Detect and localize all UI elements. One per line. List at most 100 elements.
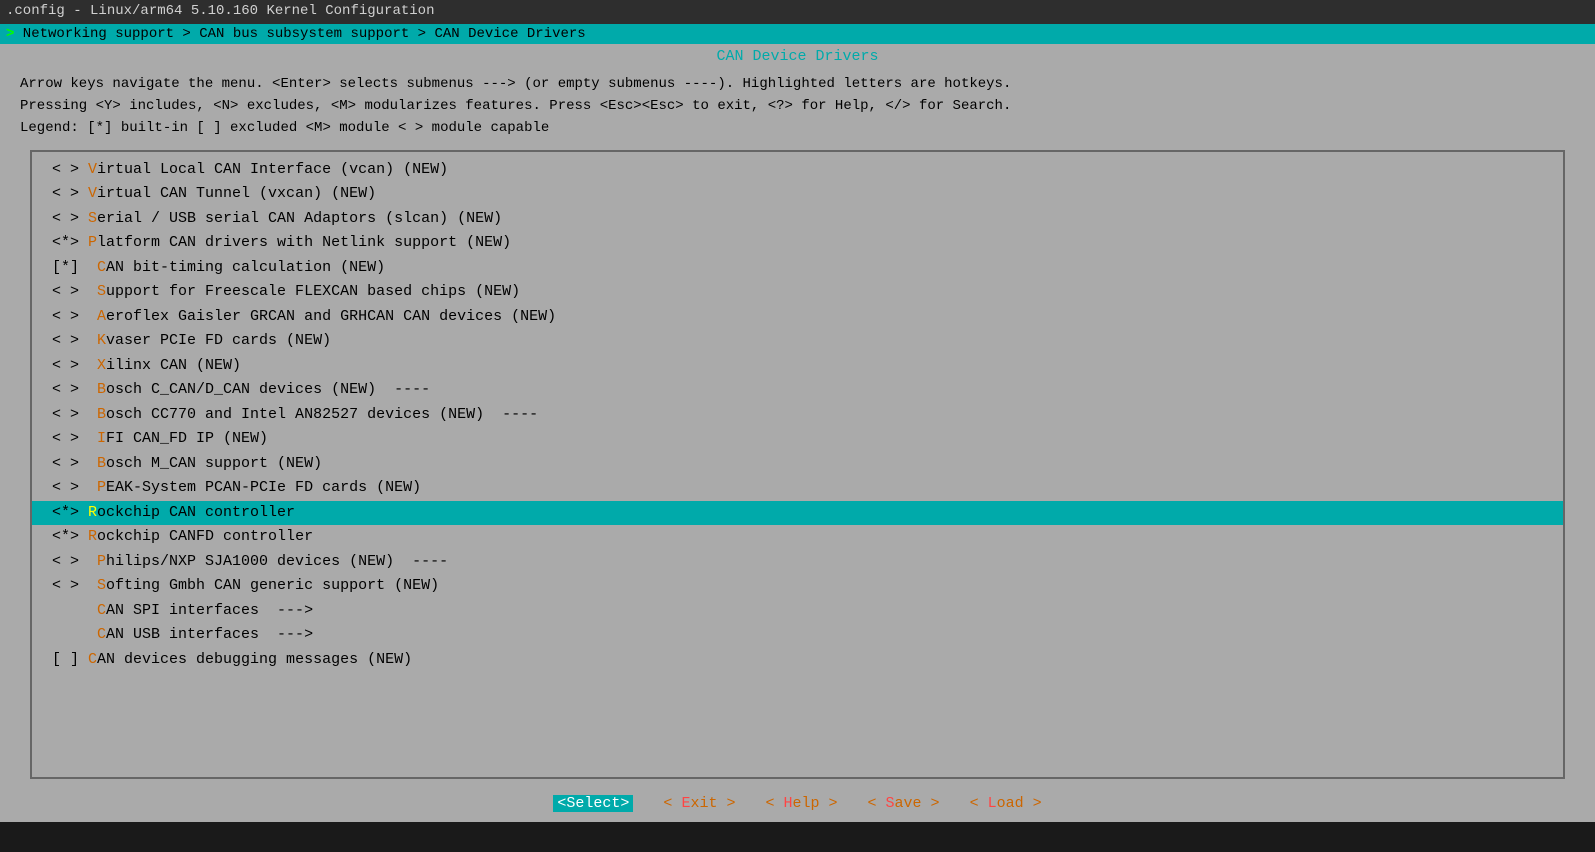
menu-hotkey: S [88, 210, 97, 227]
menu-item-text: hilips/NXP SJA1000 devices (NEW) ---- [106, 553, 448, 570]
menu-item-2[interactable]: < > Virtual CAN Tunnel (vxcan) (NEW) [32, 182, 1563, 207]
menu-item-text: erial / USB serial CAN Adaptors (slcan) … [97, 210, 502, 227]
menu-item-19[interactable]: CAN SPI interfaces ---> [32, 599, 1563, 624]
menu-item-text: osch M_CAN support (NEW) [106, 455, 322, 472]
menu-hotkey: V [88, 185, 97, 202]
menu-item-text: AN devices debugging messages (NEW) [97, 651, 412, 668]
title-text: .config - Linux/arm64 5.10.160 Kernel Co… [6, 3, 434, 19]
main-area: CAN Device Drivers Arrow keys navigate t… [0, 44, 1595, 822]
menu-prefix [52, 626, 97, 643]
menu-list: < > Virtual Local CAN Interface (vcan) (… [32, 152, 1563, 679]
menu-item-3[interactable]: < > Serial / USB serial CAN Adaptors (sl… [32, 207, 1563, 232]
menu-prefix: < > [52, 381, 97, 398]
menu-item-8[interactable]: < > Kvaser PCIe FD cards (NEW) [32, 329, 1563, 354]
menu-hotkey: K [97, 332, 106, 349]
help-line1: Arrow keys navigate the menu. <Enter> se… [20, 73, 1575, 95]
menu-hotkey: I [97, 430, 106, 447]
menu-item-18[interactable]: < > Softing Gmbh CAN generic support (NE… [32, 574, 1563, 599]
menu-hotkey: R [88, 528, 97, 545]
menu-prefix: < > [52, 455, 97, 472]
menu-prefix: < > [52, 406, 97, 423]
menu-item-text: eroflex Gaisler GRCAN and GRHCAN CAN dev… [106, 308, 556, 325]
menu-hotkey: C [88, 651, 97, 668]
menu-item-text: latform CAN drivers with Netlink support… [97, 234, 511, 251]
menu-item-text: AN SPI interfaces ---> [106, 602, 313, 619]
menu-prefix: < > [52, 357, 97, 374]
menu-prefix: < > [52, 308, 97, 325]
select-button[interactable]: <Select> [553, 795, 633, 812]
menu-prefix: < > [52, 185, 88, 202]
menu-hotkey: B [97, 406, 106, 423]
menu-prefix: < > [52, 553, 97, 570]
menu-prefix: < > [52, 161, 88, 178]
menu-item-12[interactable]: < > IFI CAN_FD IP (NEW) [32, 427, 1563, 452]
menu-hotkey: A [97, 308, 106, 325]
menu-item-21[interactable]: [ ] CAN devices debugging messages (NEW) [32, 648, 1563, 673]
menu-item-text: upport for Freescale FLEXCAN based chips… [106, 283, 520, 300]
terminal: .config - Linux/arm64 5.10.160 Kernel Co… [0, 0, 1595, 852]
menu-prefix: [ ] [52, 651, 88, 668]
help-text: Arrow keys navigate the menu. <Enter> se… [0, 69, 1595, 146]
menu-item-5[interactable]: [*] CAN bit-timing calculation (NEW) [32, 256, 1563, 281]
title-bar: .config - Linux/arm64 5.10.160 Kernel Co… [0, 0, 1595, 24]
menu-item-4[interactable]: <*> Platform CAN drivers with Netlink su… [32, 231, 1563, 256]
menu-item-20[interactable]: CAN USB interfaces ---> [32, 623, 1563, 648]
menu-prefix: < > [52, 210, 88, 227]
menu-hotkey: P [97, 479, 106, 496]
menu-hotkey: C [97, 602, 106, 619]
menu-hotkey: V [88, 161, 97, 178]
menu-prefix [52, 602, 97, 619]
menu-hotkey: R [88, 504, 97, 521]
menu-item-text: EAK-System PCAN-PCIe FD cards (NEW) [106, 479, 421, 496]
breadcrumb-path: Networking support > CAN bus subsystem s… [14, 26, 585, 42]
bottom-bar [0, 822, 1595, 852]
help-button[interactable]: < Help > [765, 795, 837, 812]
menu-hotkey: P [88, 234, 97, 251]
menu-prefix: < > [52, 332, 97, 349]
menu-item-9[interactable]: < > Xilinx CAN (NEW) [32, 354, 1563, 379]
menu-item-10[interactable]: < > Bosch C_CAN/D_CAN devices (NEW) ---- [32, 378, 1563, 403]
menu-item-7[interactable]: < > Aeroflex Gaisler GRCAN and GRHCAN CA… [32, 305, 1563, 330]
menu-item-text: ockchip CAN controller [97, 504, 295, 521]
menu-item-text: AN USB interfaces ---> [106, 626, 313, 643]
menu-item-text: irtual CAN Tunnel (vxcan) (NEW) [97, 185, 376, 202]
bottom-buttons: <Select> < Exit > < Help > < Save > < Lo… [0, 787, 1595, 822]
menu-item-15[interactable]: <*> Rockchip CAN controller [32, 501, 1563, 526]
menu-prefix: <*> [52, 234, 88, 251]
menu-hotkey: B [97, 381, 106, 398]
menu-item-text: osch C_CAN/D_CAN devices (NEW) ---- [106, 381, 430, 398]
menu-box: < > Virtual Local CAN Interface (vcan) (… [30, 150, 1565, 779]
menu-hotkey: C [97, 626, 106, 643]
menu-hotkey: S [97, 577, 106, 594]
menu-item-13[interactable]: < > Bosch M_CAN support (NEW) [32, 452, 1563, 477]
menu-item-6[interactable]: < > Support for Freescale FLEXCAN based … [32, 280, 1563, 305]
menu-prefix: [*] [52, 259, 97, 276]
menu-prefix: < > [52, 283, 97, 300]
menu-hotkey: S [97, 283, 106, 300]
menu-item-17[interactable]: < > Philips/NXP SJA1000 devices (NEW) --… [32, 550, 1563, 575]
menu-item-text: vaser PCIe FD cards (NEW) [106, 332, 331, 349]
menu-item-text: ockchip CANFD controller [97, 528, 313, 545]
help-line3: Legend: [*] built-in [ ] excluded <M> mo… [20, 117, 1575, 139]
menu-item-11[interactable]: < > Bosch CC770 and Intel AN82527 device… [32, 403, 1563, 428]
save-button[interactable]: < Save > [868, 795, 940, 812]
menu-item-text: FI CAN_FD IP (NEW) [106, 430, 268, 447]
center-title: CAN Device Drivers [0, 44, 1595, 69]
menu-hotkey: P [97, 553, 106, 570]
menu-item-text: irtual Local CAN Interface (vcan) (NEW) [97, 161, 448, 178]
menu-item-16[interactable]: <*> Rockchip CANFD controller [32, 525, 1563, 550]
menu-item-14[interactable]: < > PEAK-System PCAN-PCIe FD cards (NEW) [32, 476, 1563, 501]
menu-prefix: <*> [52, 504, 88, 521]
load-button[interactable]: < Load > [970, 795, 1042, 812]
menu-item-text: AN bit-timing calculation (NEW) [106, 259, 385, 276]
breadcrumb: > Networking support > CAN bus subsystem… [0, 24, 1595, 44]
help-line2: Pressing <Y> includes, <N> excludes, <M>… [20, 95, 1575, 117]
menu-item-text: ofting Gmbh CAN generic support (NEW) [106, 577, 439, 594]
menu-hotkey: X [97, 357, 106, 374]
menu-item-text: ilinx CAN (NEW) [106, 357, 241, 374]
exit-button[interactable]: < Exit > [663, 795, 735, 812]
menu-prefix: < > [52, 479, 97, 496]
menu-item-text: osch CC770 and Intel AN82527 devices (NE… [106, 406, 538, 423]
menu-item-1[interactable]: < > Virtual Local CAN Interface (vcan) (… [32, 158, 1563, 183]
menu-prefix: < > [52, 430, 97, 447]
